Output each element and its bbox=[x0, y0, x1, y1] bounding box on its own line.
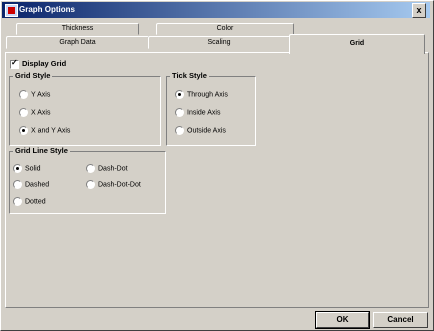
radio-dashed[interactable]: Dashed bbox=[13, 180, 49, 189]
window-title: Graph Options bbox=[19, 5, 75, 14]
radio-dash-dot-dot[interactable]: Dash-Dot-Dot bbox=[86, 180, 141, 189]
radio-circle[interactable] bbox=[13, 197, 22, 206]
radio-circle[interactable] bbox=[175, 108, 184, 117]
radio-label: Outside Axis bbox=[187, 127, 226, 135]
radio-circle[interactable] bbox=[86, 180, 95, 189]
cancel-button[interactable]: Cancel bbox=[373, 312, 428, 328]
title-bar[interactable]: Graph Options x bbox=[2, 2, 430, 18]
radio-label: Dash-Dot bbox=[98, 165, 128, 173]
grid-style-title: Grid Style bbox=[13, 71, 53, 80]
radio-outside-axis[interactable]: Outside Axis bbox=[175, 126, 226, 135]
tab-thickness-label: Thickness bbox=[61, 25, 94, 32]
radio-circle[interactable] bbox=[19, 108, 28, 117]
radio-circle[interactable] bbox=[86, 164, 95, 173]
cancel-button-label: Cancel bbox=[387, 315, 414, 324]
tab-scaling-label: Scaling bbox=[207, 39, 231, 46]
radio-circle[interactable] bbox=[19, 126, 28, 135]
tab-graph-data-label: Graph Data bbox=[59, 39, 96, 46]
tab-thickness[interactable]: Thickness bbox=[16, 23, 139, 35]
tab-graph-data[interactable]: Graph Data bbox=[6, 36, 149, 49]
radio-label: X Axis bbox=[31, 109, 51, 117]
grid-line-style-title: Grid Line Style bbox=[13, 146, 70, 155]
radio-label: Dashed bbox=[25, 181, 50, 189]
radio-circle[interactable] bbox=[175, 126, 184, 135]
tab-color[interactable]: Color bbox=[156, 23, 294, 35]
radio-circle[interactable] bbox=[19, 90, 28, 99]
display-grid-checkbox[interactable]: Display Grid bbox=[10, 58, 67, 69]
ok-button[interactable]: OK bbox=[315, 311, 370, 329]
radio-label: X and Y Axis bbox=[31, 127, 71, 135]
display-grid-label: Display Grid bbox=[22, 59, 67, 68]
radio-inside-axis[interactable]: Inside Axis bbox=[175, 108, 220, 117]
radio-x-and-y-axis[interactable]: X and Y Axis bbox=[19, 126, 70, 135]
tab-scaling[interactable]: Scaling bbox=[148, 36, 290, 49]
radio-circle[interactable] bbox=[13, 180, 22, 189]
radio-label: Inside Axis bbox=[187, 109, 221, 117]
tab-color-label: Color bbox=[216, 25, 234, 32]
radio-x-axis[interactable]: X Axis bbox=[19, 108, 50, 117]
radio-dotted[interactable]: Dotted bbox=[13, 197, 46, 206]
radio-label: Dotted bbox=[25, 198, 46, 206]
app-icon bbox=[5, 4, 18, 17]
tab-grid-label: Grid bbox=[349, 40, 365, 47]
radio-through-axis[interactable]: Through Axis bbox=[175, 90, 228, 99]
radio-circle[interactable] bbox=[175, 90, 184, 99]
ok-button-label: OK bbox=[336, 315, 349, 324]
radio-circle[interactable] bbox=[13, 164, 22, 173]
tab-grid[interactable]: Grid bbox=[289, 34, 425, 54]
radio-y-axis[interactable]: Y Axis bbox=[19, 90, 50, 99]
radio-label: Dash-Dot-Dot bbox=[98, 181, 141, 189]
radio-solid[interactable]: Solid bbox=[13, 164, 41, 173]
checkbox-box[interactable] bbox=[10, 58, 19, 69]
radio-label: Through Axis bbox=[187, 91, 228, 99]
radio-dash-dot[interactable]: Dash-Dot bbox=[86, 164, 128, 173]
radio-label: Y Axis bbox=[31, 91, 51, 99]
radio-label: Solid bbox=[25, 165, 41, 173]
close-button[interactable]: x bbox=[412, 3, 426, 18]
tick-style-title: Tick Style bbox=[170, 71, 209, 80]
